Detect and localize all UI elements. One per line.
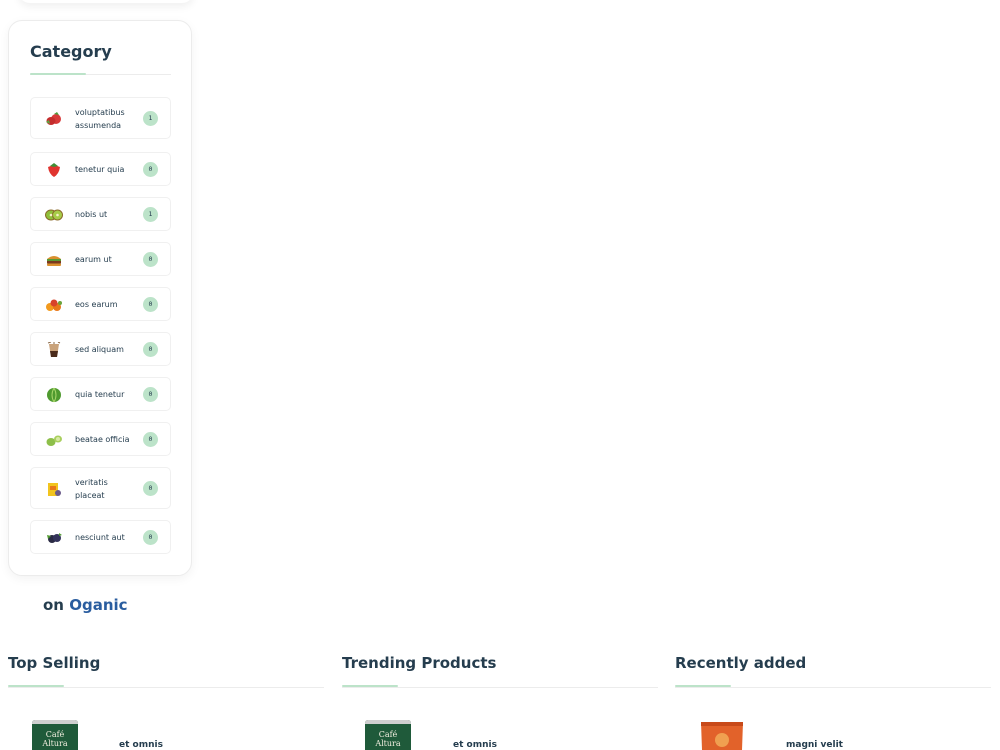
- trending-products-title: Trending Products: [342, 654, 497, 672]
- category-item[interactable]: nobis ut 1: [30, 197, 171, 231]
- category-count-badge: 0: [143, 252, 158, 267]
- category-item-label: quia tenetur: [75, 390, 125, 399]
- category-divider-accent: [30, 73, 86, 75]
- fruit-pile-icon: [46, 299, 62, 311]
- category-item-label: beatae officia: [75, 435, 130, 444]
- recently-added-divider-accent: [675, 685, 731, 687]
- category-item[interactable]: voluptatibus assumenda 1: [30, 97, 171, 139]
- drink-cup-icon: [47, 342, 61, 357]
- product-name[interactable]: magni velit: [786, 740, 843, 750]
- recently-added-divider: [675, 687, 991, 688]
- previous-widget-bottom: [18, 0, 194, 3]
- promo-text: on Oganic: [43, 596, 128, 614]
- category-count-badge: 0: [143, 432, 158, 447]
- category-count-badge: 0: [143, 342, 158, 357]
- promo-brand[interactable]: Oganic: [69, 596, 127, 614]
- category-count-badge: 0: [143, 297, 158, 312]
- category-item-label: eos earum: [75, 300, 118, 309]
- category-item[interactable]: sed aliquam 0: [30, 332, 171, 366]
- category-item[interactable]: nesciunt aut 0: [30, 520, 171, 554]
- category-item-label: tenetur quia: [75, 165, 125, 174]
- product-name[interactable]: et omnis: [453, 740, 497, 750]
- can-text-line1: Café: [379, 730, 398, 739]
- strawberry-icon: [48, 163, 60, 177]
- promo-prefix: on: [43, 596, 64, 614]
- category-item-label: sed aliquam: [75, 345, 124, 354]
- category-count-badge: 0: [143, 162, 158, 177]
- category-item-label: nobis ut: [75, 210, 108, 219]
- kiwi-icon: [45, 209, 63, 221]
- category-item-label: veritatis placeat: [75, 478, 108, 500]
- category-item-label: nesciunt aut: [75, 533, 125, 542]
- category-item-label: earum ut: [75, 255, 112, 264]
- cabbage-icon: [47, 387, 61, 403]
- can-text-line1: Café: [46, 730, 65, 739]
- coffee-can-image: Café Altura: [32, 720, 78, 750]
- can-text-line2: Altura: [41, 739, 68, 748]
- product-thumbnail[interactable]: [699, 720, 745, 750]
- product-thumbnail[interactable]: Café Altura: [365, 720, 411, 750]
- can-text-line2: Altura: [374, 739, 401, 748]
- recently-added-title: Recently added: [675, 654, 807, 672]
- category-item[interactable]: beatae officia 0: [30, 422, 171, 456]
- trending-products-divider-accent: [342, 685, 398, 687]
- category-item[interactable]: quia tenetur 0: [30, 377, 171, 411]
- top-selling-title: Top Selling: [8, 654, 101, 672]
- product-name[interactable]: et omnis: [119, 740, 163, 750]
- product-thumbnail[interactable]: Café Altura: [32, 720, 78, 750]
- category-item[interactable]: earum ut 0: [30, 242, 171, 276]
- category-count-badge: 0: [143, 387, 158, 402]
- lime-icon: [46, 435, 62, 446]
- category-count-badge: 1: [143, 207, 158, 222]
- coffee-can-image: Café Altura: [365, 720, 411, 750]
- juice-box-icon: [48, 483, 61, 496]
- category-title: Category: [30, 42, 112, 61]
- category-item-label: voluptatibus assumenda: [75, 108, 125, 130]
- category-item[interactable]: tenetur quia 0: [30, 152, 171, 186]
- category-item[interactable]: veritatis placeat 0: [30, 467, 171, 509]
- burger-icon: [47, 256, 61, 266]
- blackberry-icon: [47, 533, 62, 543]
- top-selling-divider: [8, 687, 324, 688]
- top-selling-divider-accent: [8, 685, 64, 687]
- category-count-badge: 1: [143, 111, 158, 126]
- category-count-badge: 0: [143, 530, 158, 545]
- category-item[interactable]: eos earum 0: [30, 287, 171, 321]
- category-widget: Category voluptatibus assumenda 1 tenetu…: [8, 20, 192, 576]
- snack-bag-image: [701, 722, 743, 750]
- category-count-badge: 0: [143, 481, 158, 496]
- strawberries-icon: [46, 112, 61, 125]
- trending-products-divider: [342, 687, 658, 688]
